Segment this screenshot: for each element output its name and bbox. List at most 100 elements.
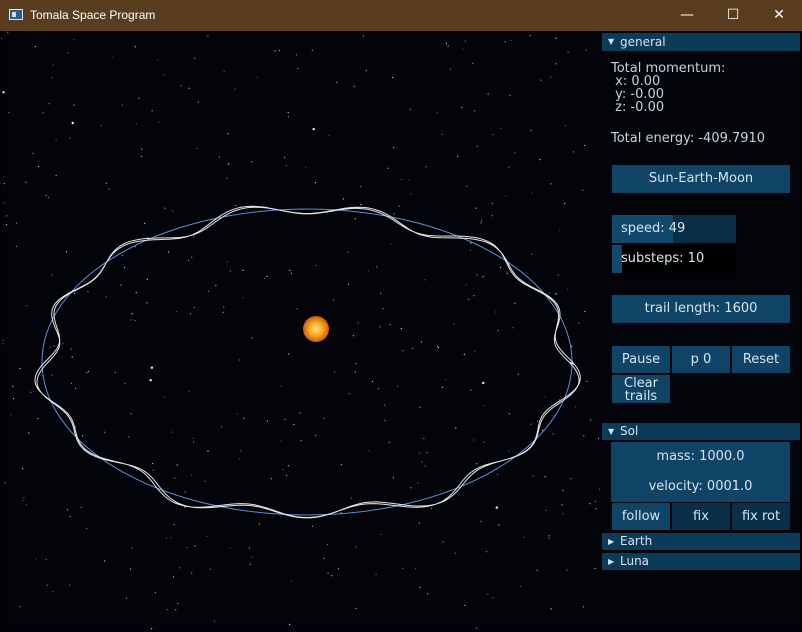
star [348, 393, 350, 395]
window-title: Tomala Space Program [30, 8, 156, 22]
star [152, 469, 154, 471]
star [86, 528, 88, 530]
star [362, 35, 364, 37]
general-panel-header[interactable]: ▼ general [602, 33, 800, 51]
star [124, 266, 126, 269]
clear-trails-button[interactable]: Clear trails [612, 375, 670, 403]
star [215, 284, 217, 286]
preset-button[interactable]: Sun-Earth-Moon [612, 165, 790, 193]
star [312, 127, 315, 131]
star [73, 104, 75, 106]
star [599, 488, 601, 490]
star [197, 101, 199, 103]
star [121, 104, 123, 106]
star [135, 292, 137, 294]
star [71, 121, 74, 125]
star [42, 112, 44, 114]
star [487, 93, 489, 95]
general-header-label: general [620, 35, 666, 49]
star [69, 137, 71, 139]
star [146, 302, 148, 304]
star [360, 186, 362, 188]
star [530, 253, 533, 255]
orbit-ellipse [41, 208, 573, 516]
star [420, 341, 422, 343]
reset-button[interactable]: Reset [732, 346, 790, 373]
star [519, 585, 522, 588]
star [424, 465, 426, 467]
star [290, 580, 292, 582]
star [243, 417, 245, 419]
star [62, 343, 64, 345]
star [550, 76, 552, 78]
star [152, 462, 154, 465]
star [194, 545, 196, 547]
star [323, 417, 325, 419]
star [172, 576, 175, 578]
star [287, 116, 289, 118]
fix-rot-button[interactable]: fix rot [732, 503, 790, 530]
star [168, 251, 170, 253]
star [164, 396, 166, 398]
close-button[interactable]: ✕ [756, 0, 802, 31]
star [387, 167, 389, 169]
star [461, 106, 463, 109]
star [495, 506, 498, 509]
star [67, 52, 69, 54]
star [530, 129, 532, 131]
sol-panel-header[interactable]: ▼ Sol [602, 423, 800, 440]
star [178, 567, 181, 569]
star [498, 524, 500, 526]
expand-triangle-icon: ▶ [608, 557, 615, 566]
star [251, 161, 253, 163]
star [187, 259, 190, 262]
star [508, 166, 510, 168]
luna-panel-header[interactable]: ▶ Luna [602, 553, 800, 570]
speed-slider[interactable]: speed: 49 [612, 215, 736, 243]
trail-length-slider[interactable]: trail length: 1600 [612, 295, 790, 323]
star [221, 426, 223, 428]
maximize-button[interactable]: ☐ [710, 0, 756, 31]
star [508, 450, 510, 452]
star [256, 76, 258, 78]
star [193, 306, 196, 309]
pause-button[interactable]: Pause [612, 346, 670, 373]
star [354, 218, 356, 220]
star [492, 134, 494, 136]
star [418, 452, 420, 454]
substeps-slider[interactable]: substeps: 10 [612, 245, 736, 273]
star [557, 274, 559, 276]
star [16, 222, 18, 224]
star [424, 279, 426, 281]
star [46, 584, 48, 586]
star [222, 311, 224, 313]
star [582, 189, 584, 191]
star [455, 427, 457, 429]
star [108, 188, 110, 190]
star [445, 42, 448, 44]
star [226, 261, 228, 263]
star [441, 386, 443, 388]
star [323, 557, 325, 560]
star [567, 51, 569, 53]
star [470, 389, 472, 391]
star [532, 475, 534, 477]
p-button[interactable]: p 0 [672, 346, 730, 373]
sol-mass-field[interactable]: mass: 1000.0 [611, 442, 790, 472]
star [582, 606, 585, 608]
sol-velocity-field[interactable]: velocity: 0001.0 [611, 472, 790, 502]
star [112, 56, 114, 58]
follow-button[interactable]: follow [612, 503, 670, 530]
fix-button[interactable]: fix [672, 503, 730, 530]
star [491, 215, 493, 217]
minimize-button[interactable]: — [664, 0, 710, 31]
sun[interactable] [303, 316, 329, 342]
star [87, 290, 89, 293]
star [505, 195, 507, 197]
star [472, 62, 474, 64]
star [47, 196, 50, 198]
star [360, 203, 362, 206]
star [249, 563, 251, 566]
star [151, 110, 153, 112]
earth-panel-header[interactable]: ▶ Earth [602, 533, 800, 550]
